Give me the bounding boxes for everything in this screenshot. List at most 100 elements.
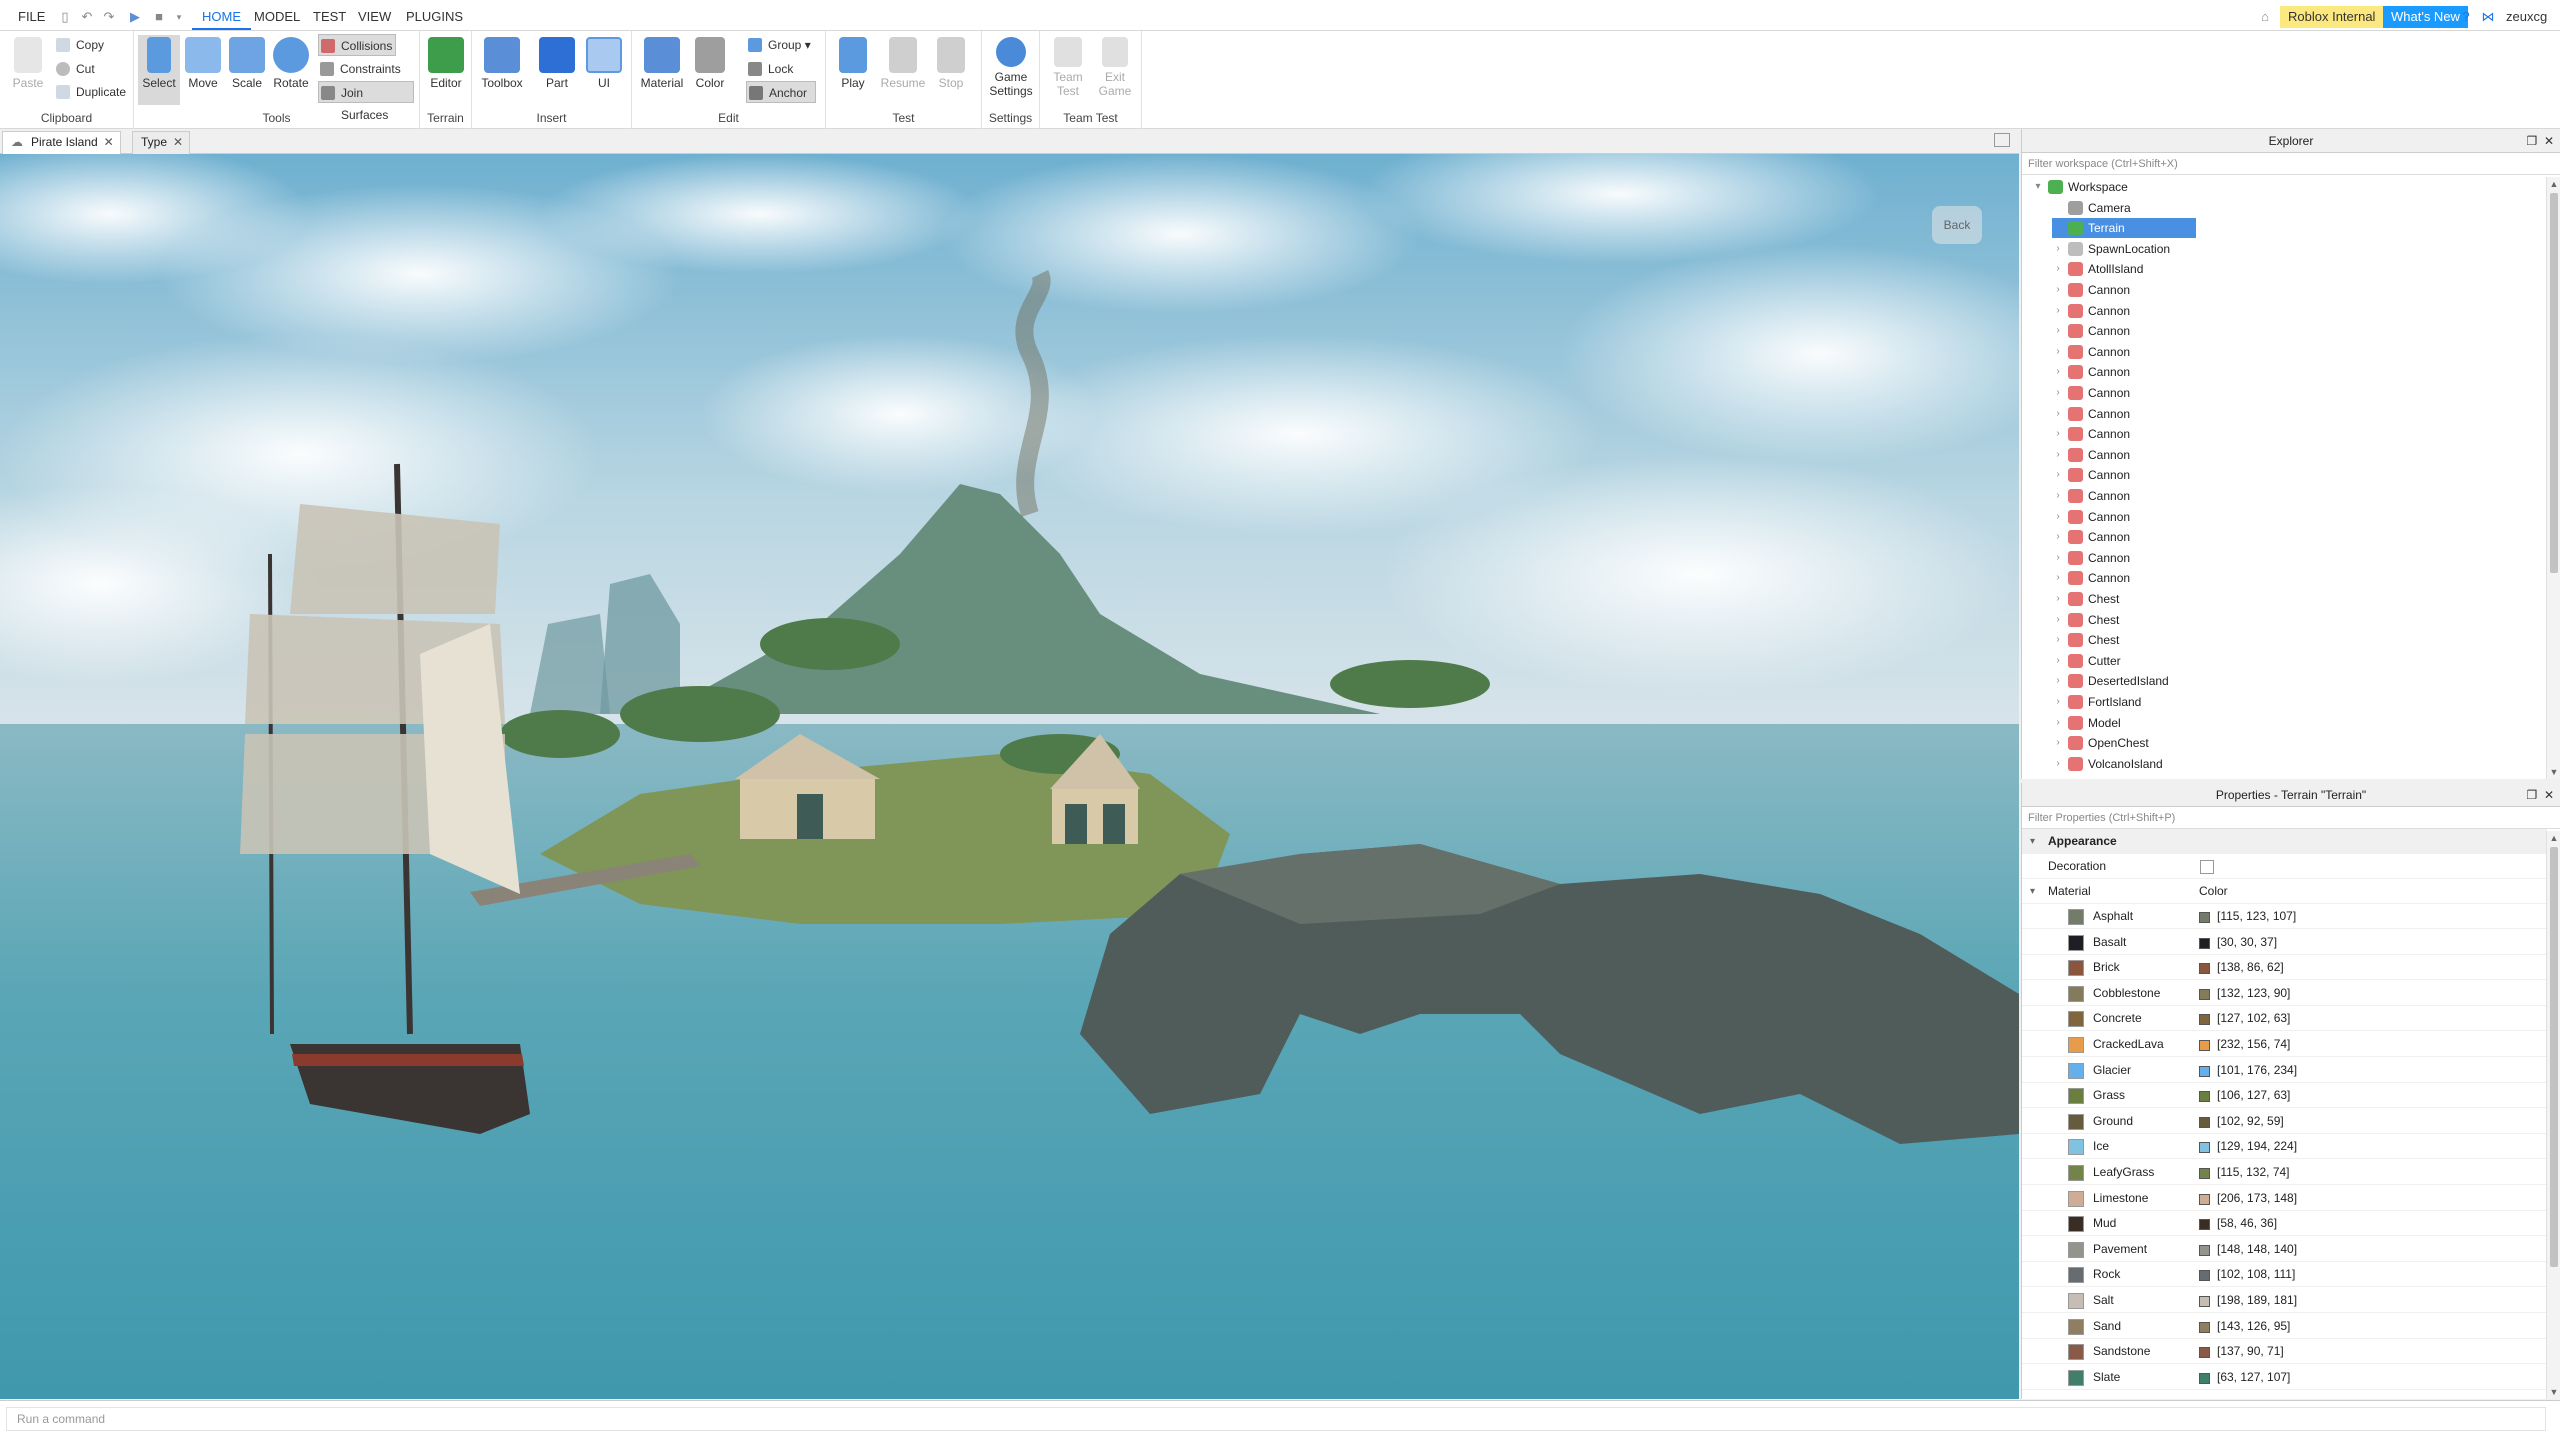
explorer-item[interactable]: › Cannon <box>2052 301 2352 321</box>
help-icon[interactable]: ? <box>2459 10 2473 24</box>
explorer-item[interactable]: › Cannon <box>2052 383 2352 403</box>
explorer-item[interactable]: › Chest <box>2052 630 2352 650</box>
scale-button[interactable]: Scale <box>226 35 268 105</box>
home-icon[interactable]: ⌂ <box>2258 10 2272 24</box>
layout-toggle-icon[interactable] <box>1994 133 2010 147</box>
explorer-item[interactable]: › Cannon <box>2052 465 2352 485</box>
part-button[interactable]: Part <box>534 35 580 105</box>
appearance-section-header[interactable]: ▾ Appearance <box>2022 829 2547 854</box>
scroll-up-icon[interactable]: ▲ <box>2547 177 2560 191</box>
explorer-item[interactable]: › Cannon <box>2052 486 2352 506</box>
material-color-row[interactable]: Mud [58, 46, 36] <box>2022 1211 2547 1237</box>
explorer-item[interactable]: › Cannon <box>2052 404 2352 424</box>
material-color-row[interactable]: Rock [102, 108, 111] <box>2022 1262 2547 1288</box>
color-value[interactable]: [129, 194, 224] <box>2217 1134 2297 1159</box>
chevron-down-icon[interactable]: ▾ <box>2032 177 2044 197</box>
toolbox-button[interactable]: Toolbox <box>478 35 526 105</box>
color-value[interactable]: [132, 123, 90] <box>2217 981 2290 1006</box>
scroll-thumb[interactable] <box>2550 847 2558 1267</box>
roblox-internal-badge[interactable]: Roblox Internal <box>2280 6 2384 28</box>
chevron-right-icon[interactable]: › <box>2052 342 2064 362</box>
color-value[interactable]: [115, 123, 107] <box>2217 904 2296 929</box>
chevron-right-icon[interactable]: › <box>2052 671 2064 691</box>
properties-scrollbar[interactable]: ▲ ▼ <box>2546 831 2560 1399</box>
color-swatch[interactable] <box>2199 1040 2210 1051</box>
color-swatch[interactable] <box>2199 1321 2210 1333</box>
chevron-right-icon[interactable]: › <box>2052 692 2064 712</box>
material-color-row[interactable]: Ice [129, 194, 224] <box>2022 1134 2547 1160</box>
float-icon[interactable]: ❐ <box>2527 134 2538 148</box>
color-value[interactable]: [232, 156, 74] <box>2217 1032 2290 1057</box>
decoration-checkbox[interactable] <box>2200 860 2214 874</box>
properties-filter-input[interactable]: Filter Properties (Ctrl+Shift+P) <box>2022 807 2560 829</box>
join-surfaces-toggle[interactable]: Join Surfaces <box>318 81 414 122</box>
chevron-right-icon[interactable]: › <box>2052 259 2064 279</box>
color-swatch[interactable] <box>2199 1116 2210 1128</box>
color-swatch[interactable] <box>2199 988 2210 1000</box>
color-value[interactable]: [137, 90, 71] <box>2217 1339 2284 1364</box>
explorer-item[interactable]: › Cutter <box>2052 651 2352 671</box>
undo-icon[interactable]: ↶ <box>80 10 94 24</box>
material-color-row[interactable]: Salt [198, 189, 181] <box>2022 1288 2547 1313</box>
copy-button[interactable]: Copy <box>54 34 104 56</box>
color-swatch[interactable] <box>2199 937 2210 949</box>
explorer-item[interactable]: › Chest <box>2052 610 2352 630</box>
color-value[interactable]: [138, 86, 62] <box>2217 955 2284 980</box>
material-color-header[interactable]: ▾ Material Color <box>2022 879 2547 904</box>
stop-small-icon[interactable]: ■ <box>152 10 166 24</box>
ui-button[interactable]: UI <box>584 35 624 105</box>
collisions-toggle[interactable]: Collisions <box>318 34 396 56</box>
tab-plugins[interactable]: PLUGINS <box>396 6 473 30</box>
tab-type[interactable]: Type ✕ <box>132 131 191 154</box>
scroll-thumb[interactable] <box>2550 193 2558 573</box>
chevron-right-icon[interactable]: › <box>2052 239 2064 259</box>
cut-button[interactable]: Cut <box>54 58 95 80</box>
back-button[interactable]: Back <box>1932 206 1982 244</box>
close-tab-icon[interactable]: ✕ <box>173 132 183 153</box>
chevron-right-icon[interactable]: › <box>2052 404 2064 424</box>
color-value[interactable]: [127, 102, 63] <box>2217 1006 2290 1031</box>
chevron-right-icon[interactable]: › <box>2052 465 2064 485</box>
collapse-arrow-icon[interactable]: ▾ <box>2030 879 2035 904</box>
explorer-item[interactable]: › Cannon <box>2052 362 2352 382</box>
chevron-right-icon[interactable]: › <box>2052 630 2064 650</box>
rotate-button[interactable]: Rotate <box>270 35 312 105</box>
close-tab-icon[interactable]: ✕ <box>104 132 114 153</box>
material-color-row[interactable]: Cobblestone [132, 123, 90] <box>2022 981 2547 1006</box>
tab-model[interactable]: MODEL <box>244 6 310 30</box>
explorer-item[interactable]: › SpawnLocation <box>2052 239 2352 259</box>
paste-button[interactable]: Paste <box>6 35 50 105</box>
explorer-item[interactable]: Camera <box>2052 198 2352 218</box>
chevron-right-icon[interactable]: › <box>2052 733 2064 753</box>
scene-render[interactable] <box>0 154 2019 1399</box>
color-swatch[interactable] <box>2199 1065 2210 1077</box>
color-swatch[interactable] <box>2199 1142 2210 1154</box>
scroll-up-icon[interactable]: ▲ <box>2547 831 2560 845</box>
material-color-row[interactable]: Brick [138, 86, 62] <box>2022 955 2547 981</box>
close-icon[interactable]: ✕ <box>2544 134 2554 148</box>
chevron-right-icon[interactable]: › <box>2052 445 2064 465</box>
explorer-item[interactable]: › Cannon <box>2052 342 2352 362</box>
user-menu[interactable]: zeuxcg ▾ <box>2498 6 2560 46</box>
explorer-item[interactable]: › Cannon <box>2052 548 2352 568</box>
explorer-item[interactable]: › DesertedIsland <box>2052 671 2352 691</box>
explorer-item[interactable]: Terrain <box>2052 218 2196 239</box>
color-swatch[interactable] <box>2199 1270 2210 1282</box>
chevron-right-icon[interactable]: › <box>2052 527 2064 547</box>
material-color-row[interactable]: Basalt [30, 30, 37] <box>2022 930 2547 955</box>
group-button[interactable]: Group ▾ <box>746 34 811 56</box>
explorer-item[interactable]: › Cannon <box>2052 527 2352 547</box>
color-swatch[interactable] <box>2199 963 2210 975</box>
material-color-row[interactable]: Limestone [206, 173, 148] <box>2022 1186 2547 1211</box>
new-file-icon[interactable]: ▯ <box>58 10 72 24</box>
color-swatch[interactable] <box>2199 1193 2210 1205</box>
game-settings-button[interactable]: Game Settings <box>986 35 1036 105</box>
chevron-right-icon[interactable]: › <box>2052 424 2064 444</box>
3d-viewport[interactable]: Back <box>0 154 2019 1399</box>
tab-home[interactable]: HOME <box>192 6 251 30</box>
explorer-scrollbar[interactable]: ▲ ▼ <box>2546 177 2560 779</box>
chevron-right-icon[interactable]: › <box>2052 754 2064 774</box>
chevron-right-icon[interactable]: › <box>2052 280 2064 300</box>
duplicate-button[interactable]: Duplicate <box>54 81 126 103</box>
chevron-right-icon[interactable]: › <box>2052 362 2064 382</box>
